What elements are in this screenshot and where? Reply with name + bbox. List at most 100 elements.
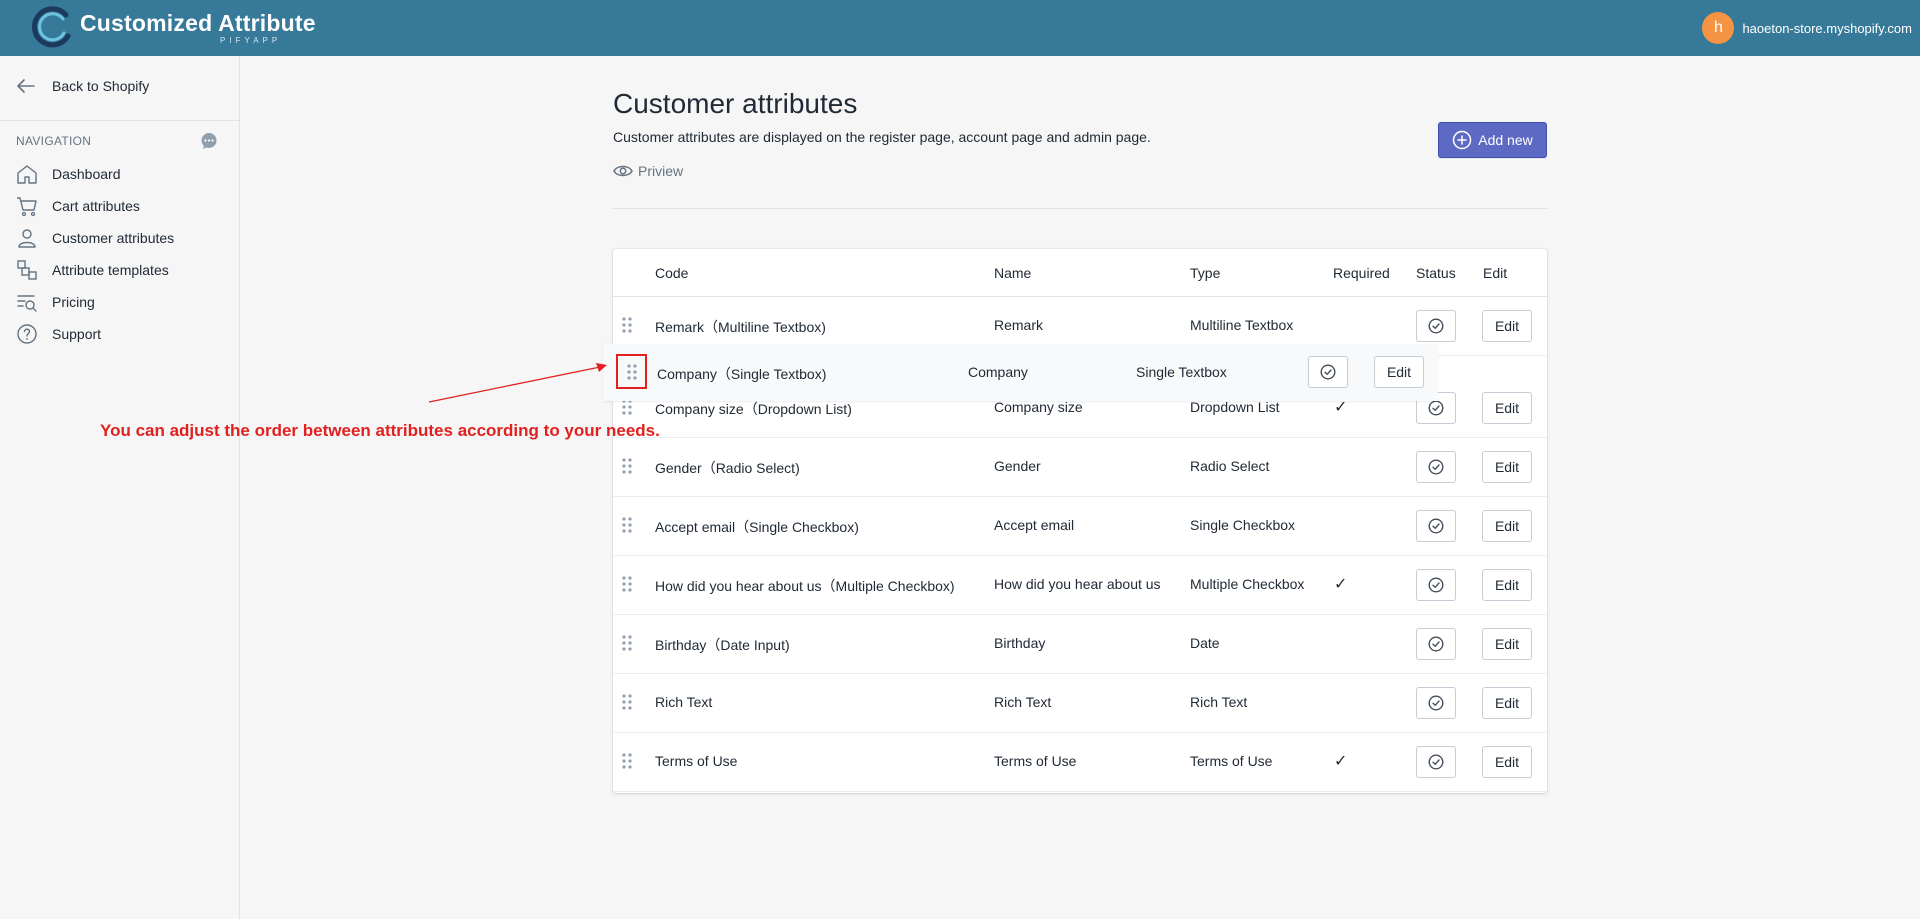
sidebar-item-dashboard[interactable]: Dashboard xyxy=(16,158,174,190)
row-code: Remark（Multiline Textbox) xyxy=(655,319,826,335)
drag-handle[interactable] xyxy=(616,354,647,389)
status-toggle-button[interactable] xyxy=(1416,746,1456,778)
drag-handle-icon xyxy=(622,576,632,592)
user-menu[interactable]: h haoeton-store.myshopify.com xyxy=(1702,12,1912,44)
edit-button[interactable]: Edit xyxy=(1482,392,1532,424)
chat-icon[interactable] xyxy=(200,132,218,150)
add-new-label: Add new xyxy=(1478,132,1533,148)
row-type: Rich Text xyxy=(1190,694,1248,710)
sidebar-item-pricing[interactable]: Pricing xyxy=(16,286,174,318)
row-name: Terms of Use xyxy=(994,753,1077,769)
row-type: Date xyxy=(1190,635,1220,651)
row-name: Accept email xyxy=(994,517,1075,533)
sidebar-item-label: Customer attributes xyxy=(52,230,175,246)
status-toggle-button[interactable] xyxy=(1416,687,1456,719)
edit-button[interactable]: Edit xyxy=(1482,628,1532,660)
column-header-type: Type xyxy=(1190,265,1221,281)
drag-handle[interactable] xyxy=(622,458,634,476)
row-type: Multiple Checkbox xyxy=(1190,576,1305,592)
column-header-status: Status xyxy=(1416,265,1456,281)
column-header-code: Code xyxy=(655,265,689,281)
row-code: How did you hear about us（Multiple Check… xyxy=(655,578,955,594)
status-toggle-button[interactable] xyxy=(1416,310,1456,342)
app-logo[interactable]: Customized Attribute PIFYAPP xyxy=(30,6,316,50)
edit-button[interactable]: Edit xyxy=(1374,356,1424,388)
status-toggle-button[interactable] xyxy=(1308,356,1348,388)
row-code: Rich Text xyxy=(655,694,713,710)
sidebar-item-customer-attributes[interactable]: Customer attributes xyxy=(16,222,174,254)
row-code: Accept email（Single Checkbox) xyxy=(655,519,859,535)
home-icon xyxy=(17,165,37,184)
table-row[interactable]: Accept email（Single Checkbox) Accept emai… xyxy=(613,497,1547,556)
edit-button[interactable]: Edit xyxy=(1482,746,1532,778)
dragging-row[interactable]: Company（Single Textbox) Company Single T… xyxy=(603,344,1438,401)
row-code: Company（Single Textbox) xyxy=(657,366,827,382)
drag-handle-icon xyxy=(622,399,632,415)
edit-button[interactable]: Edit xyxy=(1482,510,1532,542)
drag-handle[interactable] xyxy=(622,635,634,653)
check-circle-icon xyxy=(1428,318,1444,334)
table-row[interactable]: How did you hear about us（Multiple Check… xyxy=(613,556,1547,615)
drag-handle[interactable] xyxy=(622,694,634,712)
annotation-arrow-icon xyxy=(428,363,607,403)
drag-handle-icon xyxy=(626,363,637,380)
row-name: Gender xyxy=(994,458,1041,474)
drag-handle[interactable] xyxy=(622,399,634,417)
table-row[interactable]: Rich Text Rich Text Rich Text Edit xyxy=(613,674,1547,733)
sidebar-item-label: Pricing xyxy=(52,294,95,310)
pricing-icon xyxy=(17,295,37,312)
edit-button[interactable]: Edit xyxy=(1482,687,1532,719)
status-toggle-button[interactable] xyxy=(1416,569,1456,601)
page-title: Customer attributes xyxy=(613,88,858,119)
drag-handle-icon xyxy=(622,635,632,651)
row-name: Rich Text xyxy=(994,694,1052,710)
row-name: How did you hear about us xyxy=(994,576,1161,592)
drag-handle[interactable] xyxy=(622,576,634,594)
row-type: Single Checkbox xyxy=(1190,517,1296,533)
edit-button[interactable]: Edit xyxy=(1482,310,1532,342)
check-circle-icon xyxy=(1428,636,1444,652)
row-type: Radio Select xyxy=(1190,458,1270,474)
row-name: Company xyxy=(968,364,1028,380)
sidebar-item-cart-attributes[interactable]: Cart attributes xyxy=(16,190,174,222)
column-header-edit: Edit xyxy=(1483,265,1508,281)
row-code: Gender（Radio Select) xyxy=(655,460,800,476)
edit-button[interactable]: Edit xyxy=(1482,451,1532,483)
status-toggle-button[interactable] xyxy=(1416,510,1456,542)
table-row[interactable]: Terms of Use Terms of Use Terms of Use ✓ Edi… xyxy=(613,733,1547,792)
check-circle-icon xyxy=(1428,695,1444,711)
status-toggle-button[interactable] xyxy=(1416,451,1456,483)
status-toggle-button[interactable] xyxy=(1416,628,1456,660)
check-circle-icon xyxy=(1428,518,1444,534)
sidebar-divider xyxy=(0,120,239,121)
sidebar-item-label: Dashboard xyxy=(52,166,121,182)
drag-handle[interactable] xyxy=(622,753,634,771)
back-to-shopify-link[interactable]: Back to Shopify xyxy=(16,78,149,94)
drag-handle[interactable] xyxy=(622,517,634,535)
page-description: Customer attributes are displayed on the… xyxy=(613,129,1151,145)
sidebar-item-label: Cart attributes xyxy=(52,198,140,214)
row-type: Multiline Textbox xyxy=(1190,317,1294,333)
logo-title: Customized Attribute xyxy=(80,10,316,36)
row-name: Company size xyxy=(994,399,1083,415)
table-header: Code Name Type Required Status Edit xyxy=(613,249,1547,297)
row-name: Remark xyxy=(994,317,1044,333)
check-circle-icon xyxy=(1428,459,1444,475)
attributes-table: Code Name Type Required Status Edit Rema… xyxy=(613,249,1547,793)
preview-link[interactable]: Priview xyxy=(613,163,683,179)
avatar[interactable]: h xyxy=(1702,12,1735,44)
header-divider xyxy=(613,208,1547,209)
add-new-button[interactable]: Add new xyxy=(1438,122,1547,158)
sidebar-item-support[interactable]: Support xyxy=(16,318,174,350)
table-row[interactable]: Gender（Radio Select) Gender Radio Select Ed… xyxy=(613,438,1547,497)
row-code: Company size（Dropdown List) xyxy=(655,401,852,417)
drag-handle[interactable] xyxy=(622,317,634,335)
row-code: Terms of Use xyxy=(655,753,738,769)
top-bar: Customized Attribute PIFYAPP h haoeton-s… xyxy=(0,0,1920,56)
store-name[interactable]: haoeton-store.myshopify.com xyxy=(1742,21,1912,36)
required-check: ✓ xyxy=(1334,753,1348,770)
sidebar-item-attribute-templates[interactable]: Attribute templates xyxy=(16,254,174,286)
plus-circle-icon xyxy=(1453,130,1472,150)
edit-button[interactable]: Edit xyxy=(1482,569,1532,601)
table-row[interactable]: Birthday（Date Input) Birthday Date Edit xyxy=(613,615,1547,674)
